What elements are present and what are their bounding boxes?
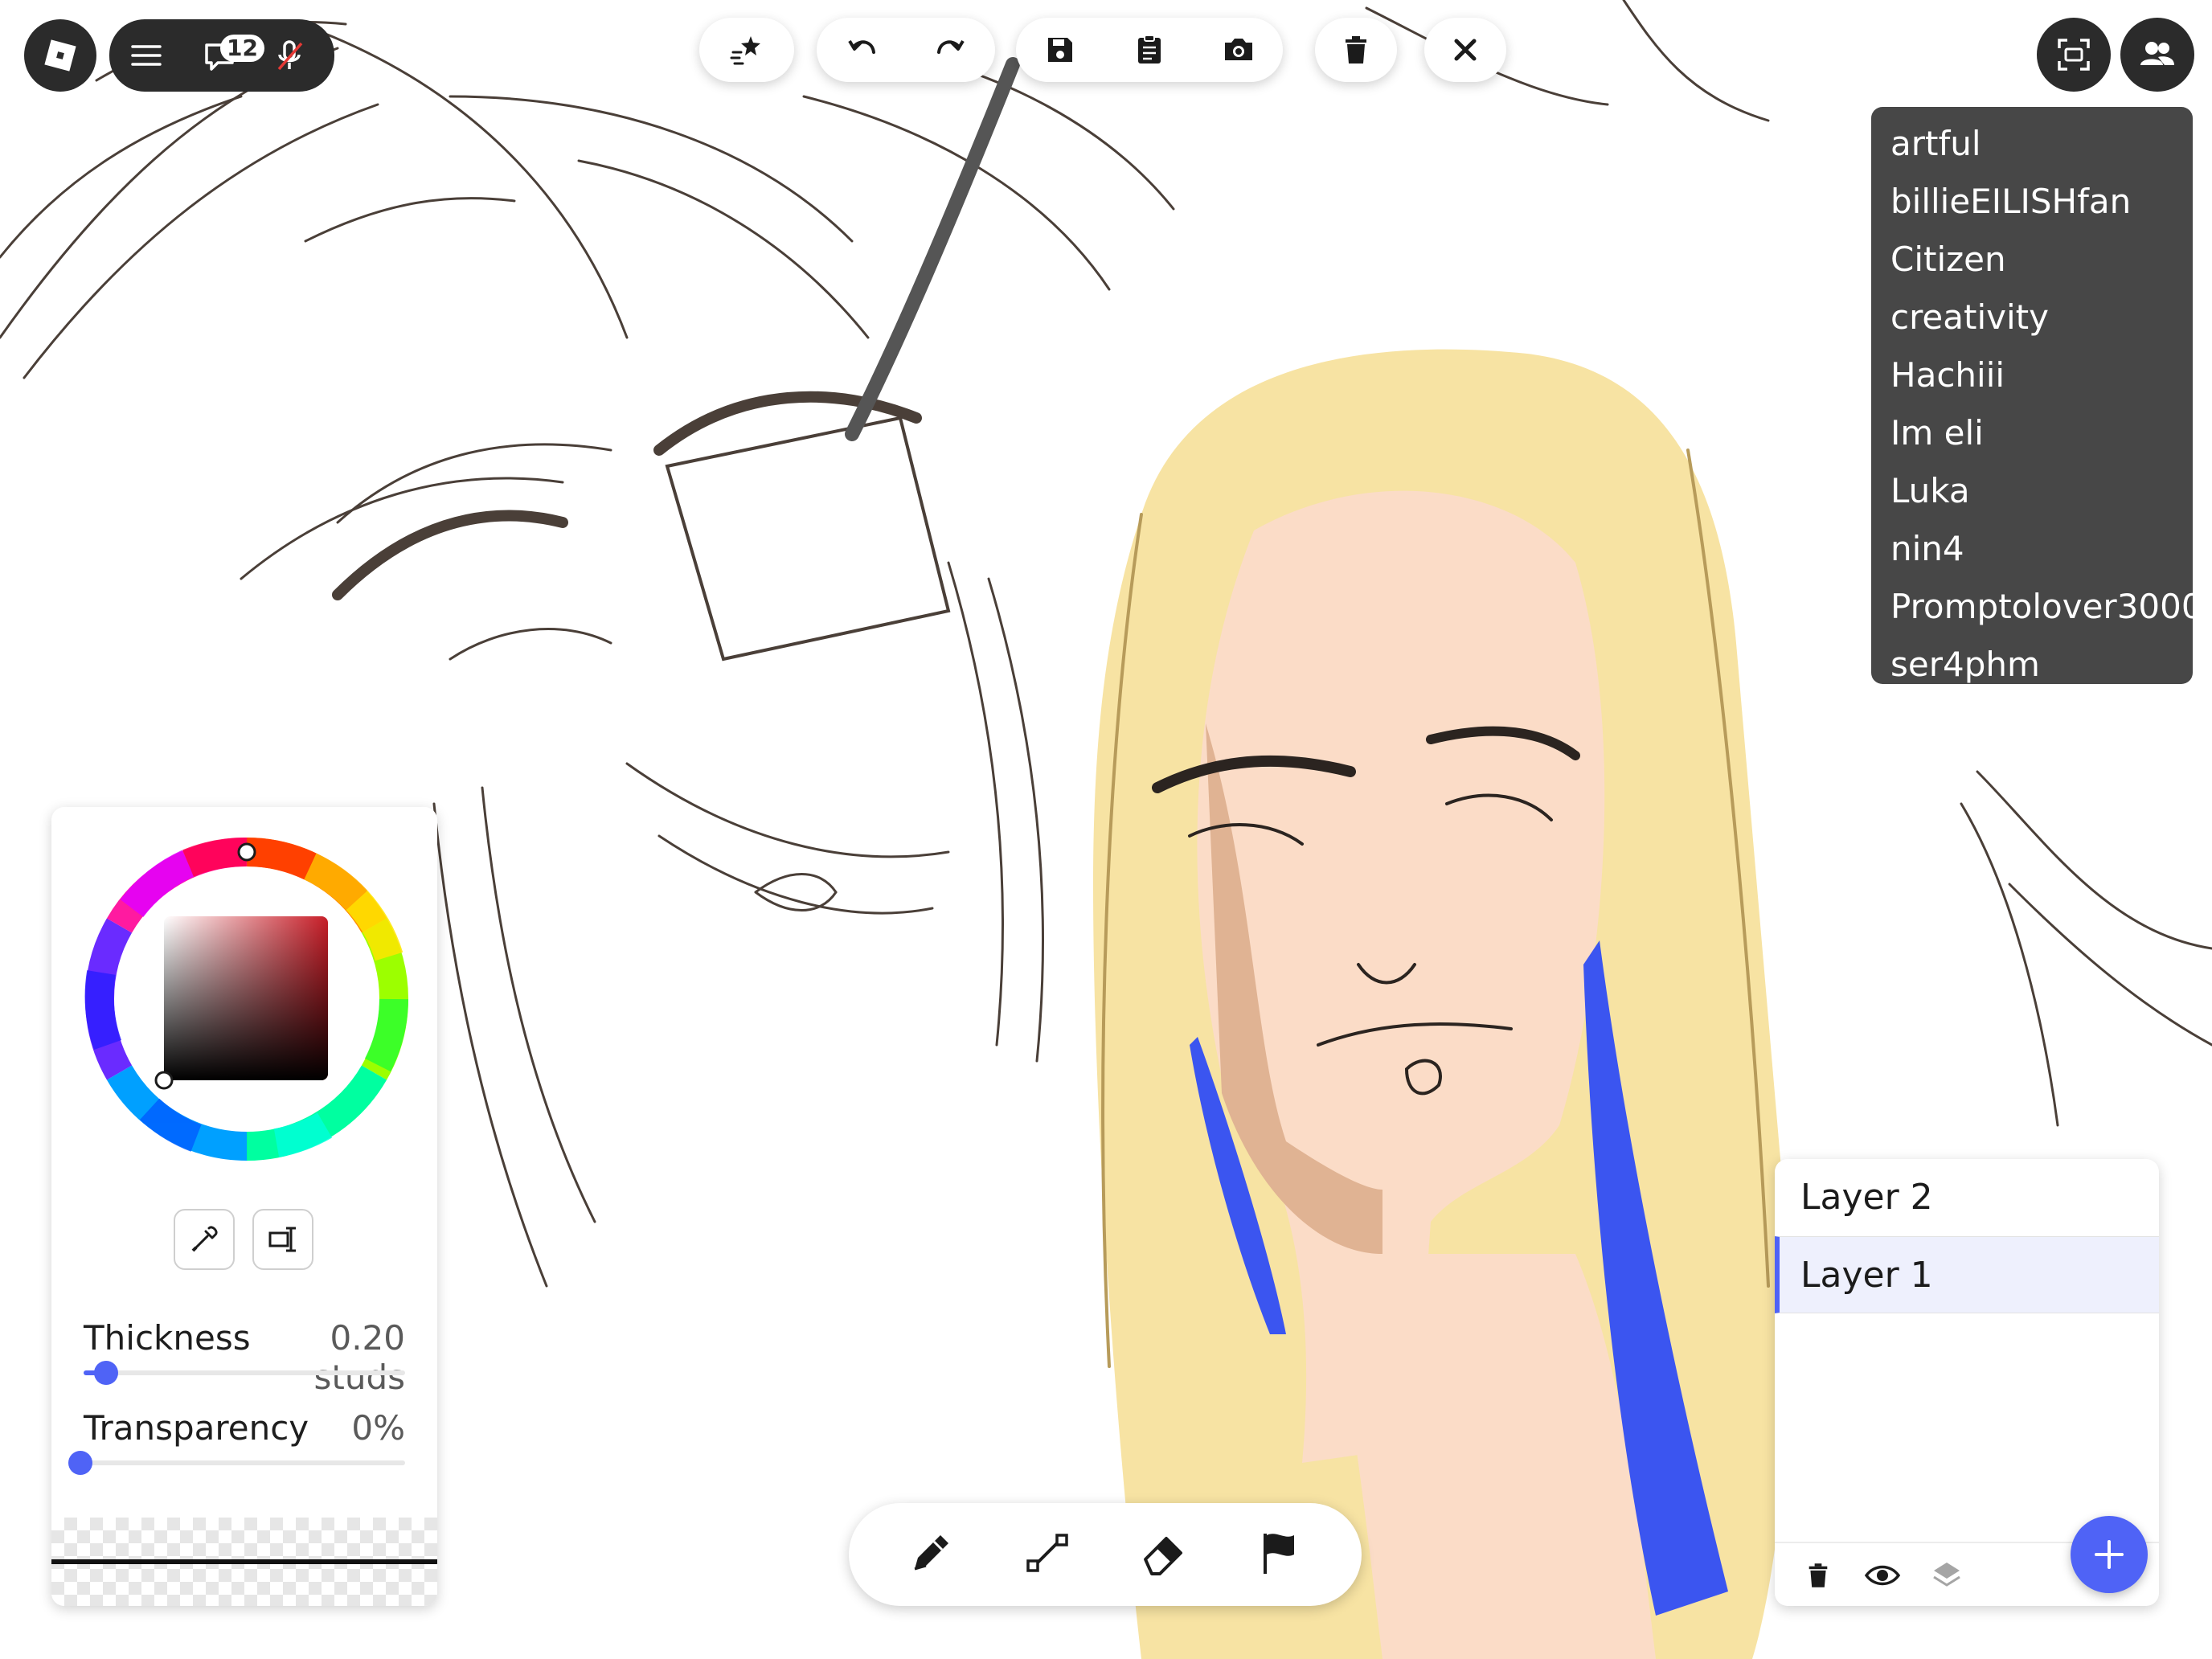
top-left-controls: 12 (109, 19, 334, 92)
hamburger-icon (131, 45, 162, 66)
screenshot-button[interactable] (1204, 19, 1273, 80)
text-input-button[interactable] (252, 1209, 313, 1270)
camera-icon (1224, 39, 1252, 60)
undo-icon (847, 39, 875, 54)
redo-button[interactable] (916, 19, 985, 80)
clipboard-icon (1137, 35, 1161, 63)
trash-icon (1346, 36, 1366, 63)
hamburger-menu-button[interactable] (109, 25, 183, 86)
chat-button[interactable]: 12 (183, 25, 264, 86)
user-item[interactable]: Hachiii (1871, 346, 2193, 404)
clear-canvas-button[interactable] (1321, 19, 1391, 80)
user-item[interactable]: creativity (1871, 289, 2193, 346)
magic-star-button[interactable] (712, 19, 781, 80)
eyedropper-button[interactable] (174, 1209, 235, 1270)
flag-tool-button[interactable] (1254, 1527, 1305, 1582)
user-item[interactable]: Im eli (1871, 404, 2193, 462)
shade-handle[interactable] (154, 1071, 174, 1090)
merge-layer-button[interactable] (1924, 1553, 1969, 1598)
eraser-tool-button[interactable] (1137, 1527, 1189, 1582)
close-button[interactable] (1431, 19, 1500, 80)
add-layer-button[interactable] (2071, 1516, 2148, 1593)
layer-item[interactable]: Layer 2 (1775, 1159, 2159, 1236)
user-item[interactable]: ser4phm (1871, 636, 2193, 684)
users-list: artful billieEILISHfan Citizen creativit… (1871, 107, 2193, 684)
file-button-group (1016, 18, 1283, 82)
history-button-group (817, 18, 995, 82)
clipboard-button[interactable] (1115, 19, 1184, 80)
eye-icon (1864, 1565, 1901, 1586)
transparency-value: 0% (351, 1408, 405, 1448)
thickness-value: 0.20 studs (313, 1318, 405, 1397)
magic-button-group (699, 18, 794, 82)
eraser-icon (1144, 1537, 1183, 1575)
pencil-icon (914, 1535, 949, 1571)
user-item[interactable]: artful (1871, 115, 2193, 173)
text-cursor-icon (268, 1227, 296, 1252)
close-button-group (1424, 18, 1506, 82)
layers-panel: Layer 2 Layer 1 (1775, 1159, 2159, 1606)
save-icon (1048, 38, 1073, 62)
transparency-label: Transparency (84, 1408, 309, 1448)
fullscreen-button[interactable] (2037, 18, 2111, 92)
trash-icon (1809, 1563, 1828, 1587)
user-item[interactable]: Citizen (1871, 231, 2193, 289)
undo-button[interactable] (827, 19, 896, 80)
chat-badge: 12 (220, 35, 264, 62)
delete-layer-button[interactable] (1796, 1553, 1841, 1598)
transparency-slider-knob[interactable] (68, 1451, 92, 1475)
line-icon (1026, 1534, 1068, 1572)
layer-label: Layer 1 (1800, 1255, 1933, 1296)
thickness-slider-knob[interactable] (94, 1361, 118, 1385)
users-button[interactable] (2120, 18, 2194, 92)
hue-handle[interactable] (237, 842, 256, 862)
roblox-menu-button[interactable] (24, 19, 96, 92)
layer-label: Layer 2 (1800, 1177, 1933, 1218)
user-item[interactable]: billieEILISHfan (1871, 173, 2193, 231)
layer-item-selected[interactable]: Layer 1 (1775, 1236, 2159, 1313)
mic-muted-icon (277, 40, 303, 71)
stroke-preview-line (51, 1559, 437, 1564)
thickness-label: Thickness (84, 1318, 251, 1358)
close-icon (1454, 39, 1477, 61)
toggle-visibility-button[interactable] (1858, 1553, 1907, 1598)
drawing-tools-bar (849, 1503, 1362, 1606)
transparency-slider[interactable] (72, 1460, 405, 1465)
fullscreen-icon (2058, 39, 2090, 71)
line-tool-button[interactable] (1022, 1527, 1073, 1582)
mic-button[interactable] (257, 25, 322, 86)
roblox-logo-icon (44, 39, 76, 72)
user-item[interactable]: Promptolover3000 (1871, 578, 2193, 636)
color-wheel[interactable] (84, 836, 410, 1162)
stroke-preview (51, 1518, 437, 1606)
pencil-tool-button[interactable] (905, 1527, 956, 1582)
layers-icon (1933, 1563, 1960, 1587)
eyedropper-icon (191, 1226, 218, 1252)
users-icon (2140, 42, 2174, 65)
flag-icon (1263, 1534, 1294, 1574)
plus-icon (2095, 1540, 2124, 1569)
redo-icon (936, 39, 965, 54)
user-item[interactable]: nin4 (1871, 520, 2193, 578)
magic-star-icon (730, 36, 760, 65)
save-button[interactable] (1026, 19, 1095, 80)
thickness-slider[interactable] (84, 1370, 405, 1375)
user-item[interactable]: Luka (1871, 462, 2193, 520)
trash-button-group (1315, 18, 1397, 82)
color-panel: Thickness 0.20 studs Transparency 0% (51, 807, 437, 1606)
